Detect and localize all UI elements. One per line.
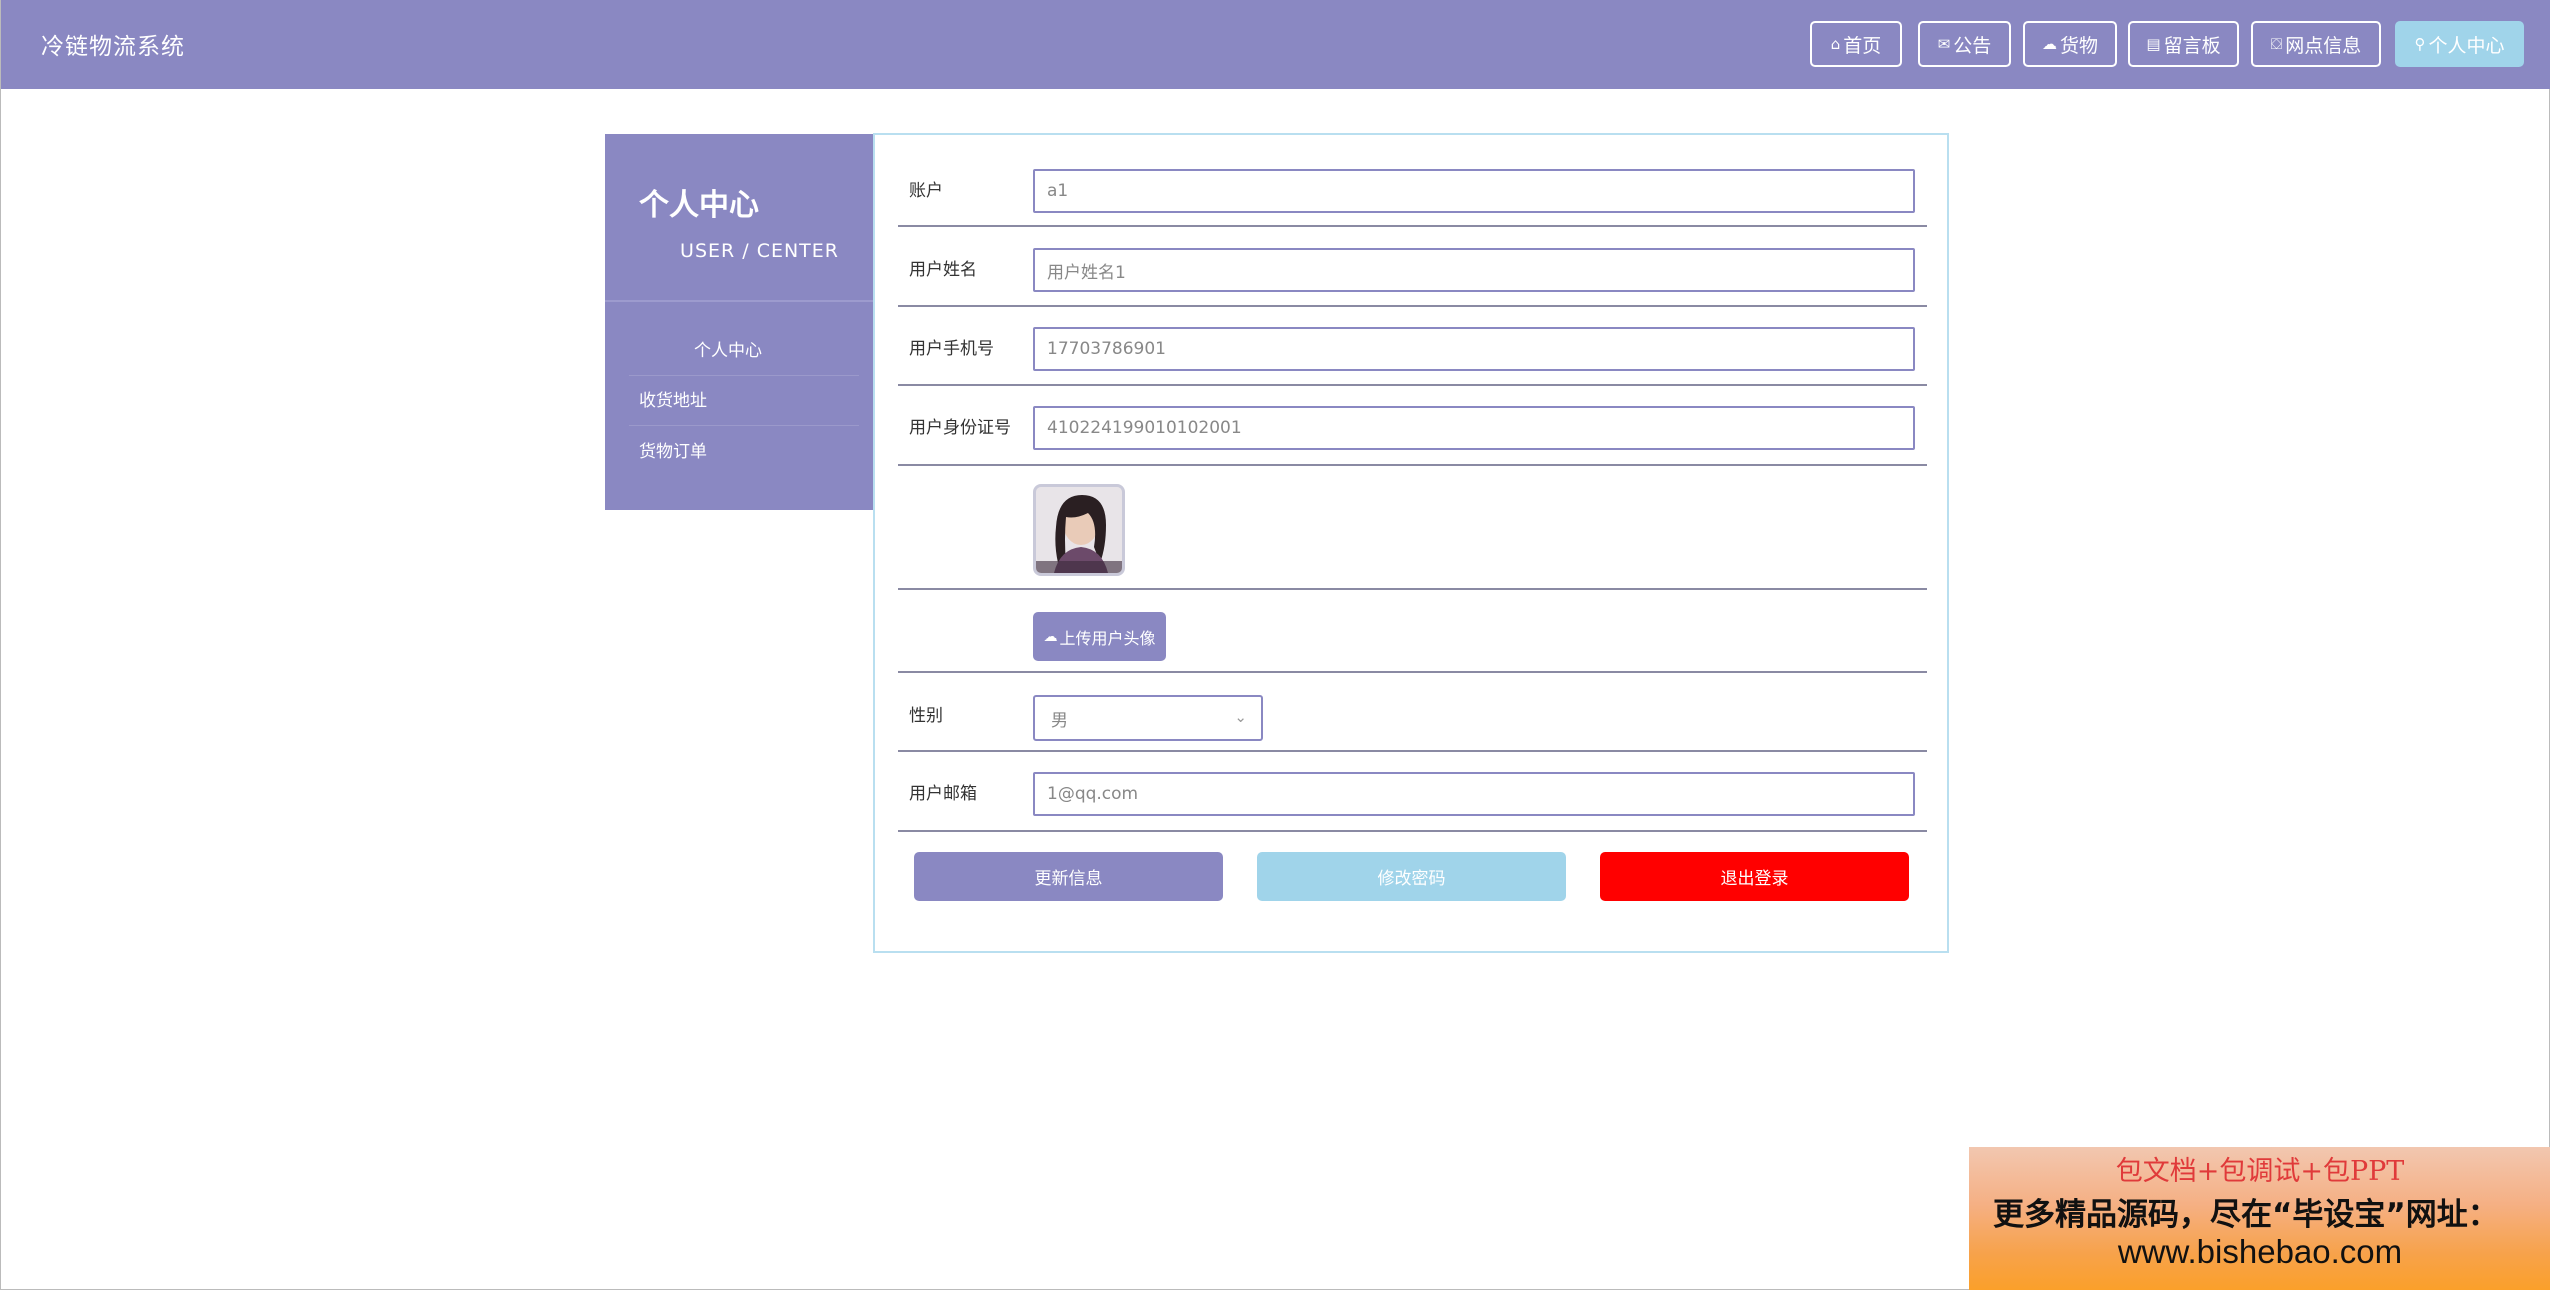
account-label: 账户 — [909, 181, 943, 201]
nav-home-label: 首页 — [1843, 34, 1882, 57]
gender-label: 性别 — [909, 706, 943, 726]
profile-form-panel: 账户 a1 用户姓名 用户姓名1 用户手机号 17703786901 用户身份证… — [873, 133, 1949, 953]
gender-select-value: 男 — [1051, 710, 1068, 731]
form-row-gender: 性别 男 ⌄ — [898, 671, 1927, 752]
id-number-field[interactable]: 410224199010102001 — [1033, 406, 1915, 450]
user-icon: ⚲ — [2414, 35, 2426, 53]
account-field[interactable]: a1 — [1033, 169, 1915, 213]
chevron-down-icon: ⌄ — [1234, 708, 1247, 726]
promo-line-1: 包文档+包调试+包PPT — [2115, 1156, 2405, 1187]
id-number-label: 用户身份证号 — [909, 418, 1011, 438]
cloud-upload-icon: ☁ — [1043, 628, 1058, 645]
upload-avatar-button[interactable]: ☁ 上传用户头像 — [1033, 612, 1166, 661]
update-info-button[interactable]: 更新信息 — [914, 852, 1223, 901]
form-row-account: 账户 a1 — [898, 135, 1927, 227]
logout-button[interactable]: 退出登录 — [1600, 852, 1909, 901]
email-label: 用户邮箱 — [909, 784, 977, 804]
nav-goods-label: 货物 — [2059, 34, 2098, 57]
avatar — [1033, 484, 1125, 576]
shop-icon: ⛋ — [2270, 35, 2283, 53]
board-icon: ▤ — [2146, 35, 2161, 53]
form-row-id-number: 用户身份证号 410224199010102001 — [898, 384, 1927, 466]
mail-icon: ✉ — [1937, 35, 1951, 53]
nav-goods-button[interactable]: ☁ 货物 — [2023, 21, 2117, 67]
nav-outlets-button[interactable]: ⛋ 网点信息 — [2251, 21, 2381, 67]
form-row-email: 用户邮箱 1@qq.com — [898, 750, 1927, 832]
nav-notice-button[interactable]: ✉ 公告 — [1918, 21, 2011, 67]
promo-line-2: 更多精品源码，尽在“毕设宝”网址： — [1993, 1197, 2499, 1233]
cloud-icon: ☁ — [2041, 35, 2057, 53]
top-navbar: 冷链物流系统 ⌂ 首页 ✉ 公告 ☁ 货物 ▤ 留言板 ⛋ 网点信息 ⚲ 个人中… — [1, 0, 2550, 89]
sidebar-item-address[interactable]: 收货地址 — [629, 377, 859, 426]
gender-select[interactable]: 男 ⌄ — [1033, 695, 1263, 741]
nav-messageboard-button[interactable]: ▤ 留言板 — [2128, 21, 2239, 67]
phone-field[interactable]: 17703786901 — [1033, 327, 1915, 371]
app-title: 冷链物流系统 — [41, 34, 185, 60]
change-password-button[interactable]: 修改密码 — [1257, 852, 1566, 901]
sidebar-divider — [605, 300, 873, 302]
promo-url: www.bishebao.com — [2117, 1233, 2403, 1270]
sidebar-title: 个人中心 — [639, 188, 759, 223]
avatar-image — [1036, 487, 1122, 573]
sidebar-item-orders[interactable]: 货物订单 — [639, 428, 859, 477]
username-label: 用户姓名 — [909, 260, 977, 280]
form-row-upload: ☁ 上传用户头像 — [898, 588, 1927, 673]
nav-notice-label: 公告 — [1953, 34, 1992, 57]
nav-usercenter-button[interactable]: ⚲ 个人中心 — [2395, 21, 2524, 67]
sidebar-subtitle: USER / CENTER — [680, 240, 839, 262]
home-icon: ⌂ — [1830, 35, 1841, 53]
form-row-username: 用户姓名 用户姓名1 — [898, 225, 1927, 307]
sidebar: 个人中心 USER / CENTER 个人中心 收货地址 货物订单 — [605, 134, 873, 510]
upload-avatar-label: 上传用户头像 — [1059, 628, 1156, 648]
phone-label: 用户手机号 — [909, 339, 994, 359]
promo-banner[interactable]: 包文档+包调试+包PPT 更多精品源码，尽在“毕设宝”网址： www.bishe… — [1969, 1147, 2550, 1290]
sidebar-item-user-center[interactable]: 个人中心 — [629, 327, 859, 376]
form-row-avatar — [898, 464, 1927, 590]
nav-home-button[interactable]: ⌂ 首页 — [1810, 21, 1902, 67]
form-row-phone: 用户手机号 17703786901 — [898, 305, 1927, 386]
nav-outlets-label: 网点信息 — [2285, 34, 2362, 57]
nav-usercenter-label: 个人中心 — [2428, 34, 2505, 57]
nav-messageboard-label: 留言板 — [2163, 34, 2221, 57]
email-field[interactable]: 1@qq.com — [1033, 772, 1915, 816]
username-field[interactable]: 用户姓名1 — [1033, 248, 1915, 292]
